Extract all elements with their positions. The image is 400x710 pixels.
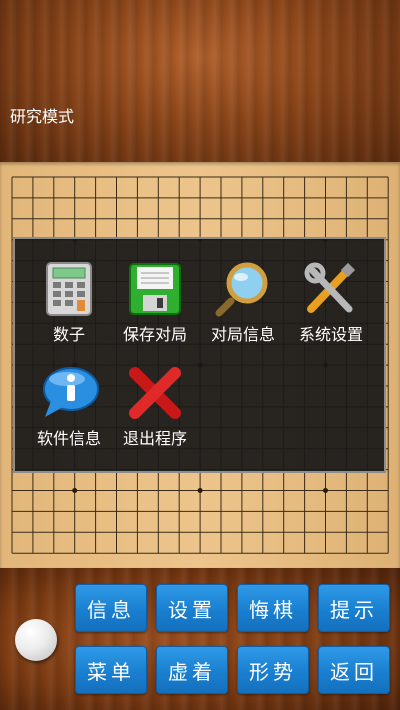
tools-icon xyxy=(304,262,356,313)
calculator-icon xyxy=(46,262,92,316)
floppy-disk-icon xyxy=(129,263,181,315)
situation-button[interactable]: 形势 xyxy=(237,646,309,694)
header-area: 研究模式 xyxy=(0,0,400,162)
star-point xyxy=(323,488,328,493)
menu-item-count[interactable]: 数子 xyxy=(25,261,113,357)
undo-button[interactable]: 悔棋 xyxy=(237,584,309,632)
menu-label: 退出程序 xyxy=(122,429,187,448)
info-bubble-icon xyxy=(43,367,99,417)
pass-button[interactable]: 虚着 xyxy=(156,646,228,694)
mode-title: 研究模式 xyxy=(10,107,75,126)
menu-item-system-settings[interactable]: 系统设置 xyxy=(287,261,375,357)
menu-label: 数子 xyxy=(52,325,85,344)
current-turn-white-stone-icon xyxy=(15,619,57,661)
menu-button[interactable]: 菜单 xyxy=(75,646,147,694)
menu-item-software-info[interactable]: 软件信息 xyxy=(25,365,113,461)
menu-label: 保存对局 xyxy=(122,325,187,344)
star-point xyxy=(72,488,78,493)
red-x-icon xyxy=(129,367,181,419)
menu-item-game-info[interactable]: 对局信息 xyxy=(199,261,287,357)
magnifier-icon xyxy=(215,262,268,317)
menu-label: 系统设置 xyxy=(298,325,363,344)
main-menu-panel: 数子 保存对局 对局信息 系统设置 软件信息 退出程序 xyxy=(13,237,386,473)
settings-button[interactable]: 设置 xyxy=(156,584,228,632)
menu-label: 软件信息 xyxy=(36,429,101,448)
star-point xyxy=(197,488,203,493)
menu-item-save-game[interactable]: 保存对局 xyxy=(111,261,199,357)
menu-label: 对局信息 xyxy=(210,325,275,344)
hint-button[interactable]: 提示 xyxy=(318,584,390,632)
back-button[interactable]: 返回 xyxy=(318,646,390,694)
menu-item-exit[interactable]: 退出程序 xyxy=(111,365,199,461)
info-button[interactable]: 信息 xyxy=(75,584,147,632)
